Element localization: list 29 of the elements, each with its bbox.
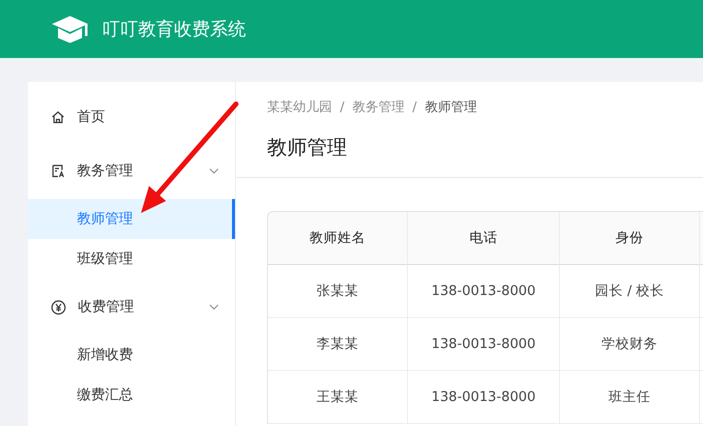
- graduation-cap-icon: [50, 14, 90, 44]
- app-title: 叮叮教育收费系统: [102, 18, 246, 41]
- table-cell: 王某某: [268, 371, 408, 424]
- submenu-item[interactable]: 班级管理: [28, 239, 235, 279]
- breadcrumb-separator: /: [412, 100, 417, 114]
- table-cell: 138-0013-8000: [408, 371, 560, 424]
- column-header: 电话: [408, 212, 560, 265]
- menu-item[interactable]: 首页: [28, 92, 235, 142]
- page-title: 教师管理: [267, 134, 348, 161]
- table-cell: 张某某: [268, 265, 408, 318]
- home-icon: [51, 110, 65, 124]
- document-icon: [51, 164, 65, 178]
- table-cell: 李某某: [268, 318, 408, 371]
- column-header: 身份: [560, 212, 700, 265]
- menu-item[interactable]: 教务管理: [28, 146, 235, 196]
- yen-icon: [51, 300, 66, 314]
- column-header: 教师姓名: [268, 212, 408, 265]
- table-cell: 学校财务: [560, 318, 700, 371]
- table-cell: 班主任: [560, 371, 700, 424]
- table-cell: 138-0013-8000: [408, 265, 560, 318]
- breadcrumb-separator: /: [340, 100, 344, 114]
- submenu-item[interactable]: 教师管理: [28, 199, 235, 239]
- table-cell: 园长 / 校长: [560, 265, 700, 318]
- chevron-icon: [209, 304, 219, 310]
- menu-item[interactable]: 收费管理: [28, 282, 235, 332]
- table-cell: 138-0013-8000: [408, 318, 560, 371]
- submenu-item[interactable]: 缴费汇总: [28, 375, 235, 415]
- chevron-icon: [209, 168, 219, 174]
- submenu-item[interactable]: 新增收费: [28, 335, 235, 375]
